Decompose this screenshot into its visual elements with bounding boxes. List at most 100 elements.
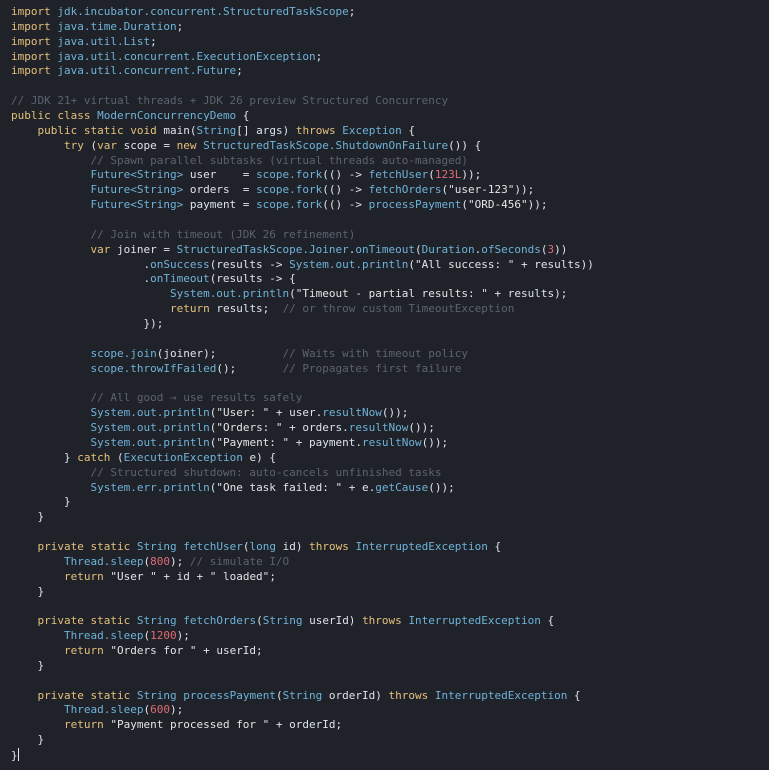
code-line[interactable]: // All good → use results safely [0,391,769,406]
code-token: // Waits with timeout policy [282,346,468,360]
code-line[interactable]: } catch (ExecutionException e) { [0,451,769,466]
code-line[interactable]: import java.util.List; [0,35,769,50]
code-line[interactable]: Future<String> payment = scope.fork(() -… [0,198,769,213]
code-line[interactable]: } [0,585,769,600]
code-token: ( [83,138,98,152]
code-line[interactable]: // JDK 21+ virtual threads + JDK 26 prev… [0,94,769,109]
code-line[interactable]: return "Payment processed for " + orderI… [0,718,769,733]
code-token: import [11,49,51,63]
code-line[interactable]: Future<String> orders = scope.fork(() ->… [0,183,769,198]
code-token: . [11,272,151,286]
code-line[interactable]: .onTimeout(results -> { [0,272,769,287]
code-line[interactable]: import java.util.concurrent.ExecutionExc… [0,50,769,65]
code-line[interactable]: import java.util.concurrent.Future; [0,64,769,79]
code-line[interactable]: private static String fetchOrders(String… [0,614,769,629]
code-line[interactable]: scope.throwIfFailed(); // Propagates fir… [0,362,769,377]
code-line[interactable]: private static String processPayment(Str… [0,689,769,704]
code-token: ( [415,242,422,256]
code-line[interactable]: return "User " + id + " loaded"; [0,570,769,585]
code-token: + orderId; [269,718,343,732]
code-token: )); [461,168,482,182]
code-line[interactable]: // Join with timeout (JDK 26 refinement) [0,228,769,243]
code-token: ( [256,614,263,628]
code-token: main( [156,123,197,137]
code-line[interactable]: scope.join(joiner); // Waits with timeou… [0,347,769,362]
code-token: " loaded" [209,569,270,583]
code-token: // All good → use results safely [90,391,303,405]
code-token: id) [275,539,310,553]
code-token: joiner = [110,242,177,256]
code-line[interactable]: try (var scope = new StructuredTaskScope… [0,139,769,154]
code-token: (() -> [322,168,369,182]
code-line[interactable] [0,674,769,689]
code-line[interactable]: var joiner = StructuredTaskScope.Joiner.… [0,243,769,258]
code-line[interactable]: import java.time.Duration; [0,20,769,35]
code-token: } [11,510,45,524]
code-token: (results -> { [209,272,296,286]
code-token: processPayment [183,688,276,702]
code-line[interactable]: }); [0,317,769,332]
code-token: ( [461,198,468,212]
code-line[interactable]: } [0,733,769,748]
code-line[interactable]: Thread.sleep(800); // simulate I/O [0,555,769,570]
code-line[interactable]: System.err.println("One task failed: " +… [0,481,769,496]
code-token: }); [11,317,164,331]
code-line[interactable]: return "Orders for " + userId; [0,644,769,659]
code-line[interactable]: // Spawn parallel subtasks (virtual thre… [0,154,769,169]
code-line[interactable]: System.out.println("Timeout - partial re… [0,287,769,302]
code-line[interactable]: Thread.sleep(1200); [0,629,769,644]
code-token: throws [295,123,336,137]
code-line[interactable]: System.out.println("Orders: " + orders.r… [0,421,769,436]
code-line[interactable]: public class ModernConcurrencyDemo { [0,109,769,124]
code-line[interactable]: import jdk.incubator.concurrent.Structur… [0,5,769,20]
code-token: Thread.sleep [63,703,144,717]
code-token: "Payment processed for " [110,718,270,732]
code-line[interactable]: Future<String> user = scope.fork(() -> f… [0,168,769,183]
code-token: ()); [408,421,435,435]
code-line[interactable]: System.out.println("Payment: " + payment… [0,436,769,451]
code-editor[interactable]: import jdk.incubator.concurrent.Structur… [0,0,769,770]
code-token: ( [275,688,283,702]
code-line[interactable]: // Structured shutdown: auto-cancels unf… [0,466,769,481]
code-line[interactable] [0,332,769,347]
code-line[interactable]: .onSuccess(results -> System.out.println… [0,258,769,273]
code-token: ( [289,287,296,301]
code-token: Future<String> [90,168,184,182]
code-line[interactable] [0,599,769,614]
code-token: StructuredTaskScope.ShutdownOnFailure [203,138,449,152]
code-line[interactable] [0,376,769,391]
code-token: "User: " [216,406,270,420]
code-line[interactable]: return results; // or throw custom Timeo… [0,302,769,317]
code-line[interactable]: } [0,659,769,674]
code-token: java.util.List [57,34,151,48]
code-line[interactable] [0,213,769,228]
code-line[interactable]: } [0,495,769,510]
code-token: ExecutionException [123,450,243,464]
code-token: userId) [302,614,363,628]
code-line[interactable] [0,79,769,94]
code-token: } [11,584,45,598]
code-token: InterruptedException [355,539,488,553]
code-token: scope.throwIfFailed [90,361,217,375]
code-line[interactable]: Thread.sleep(600); [0,703,769,718]
code-line[interactable]: } [0,747,769,763]
code-token: System.out.println [90,406,210,420]
code-line[interactable] [0,525,769,540]
code-token: "User " [110,569,157,583]
code-line[interactable]: System.out.println("User: " + user.resul… [0,406,769,421]
code-line[interactable]: private static String fetchUser(long id)… [0,540,769,555]
code-line[interactable]: public static void main(String[] args) t… [0,124,769,139]
code-token: InterruptedException [408,614,541,628]
code-token: ()) { [448,138,482,152]
code-line[interactable]: } [0,510,769,525]
